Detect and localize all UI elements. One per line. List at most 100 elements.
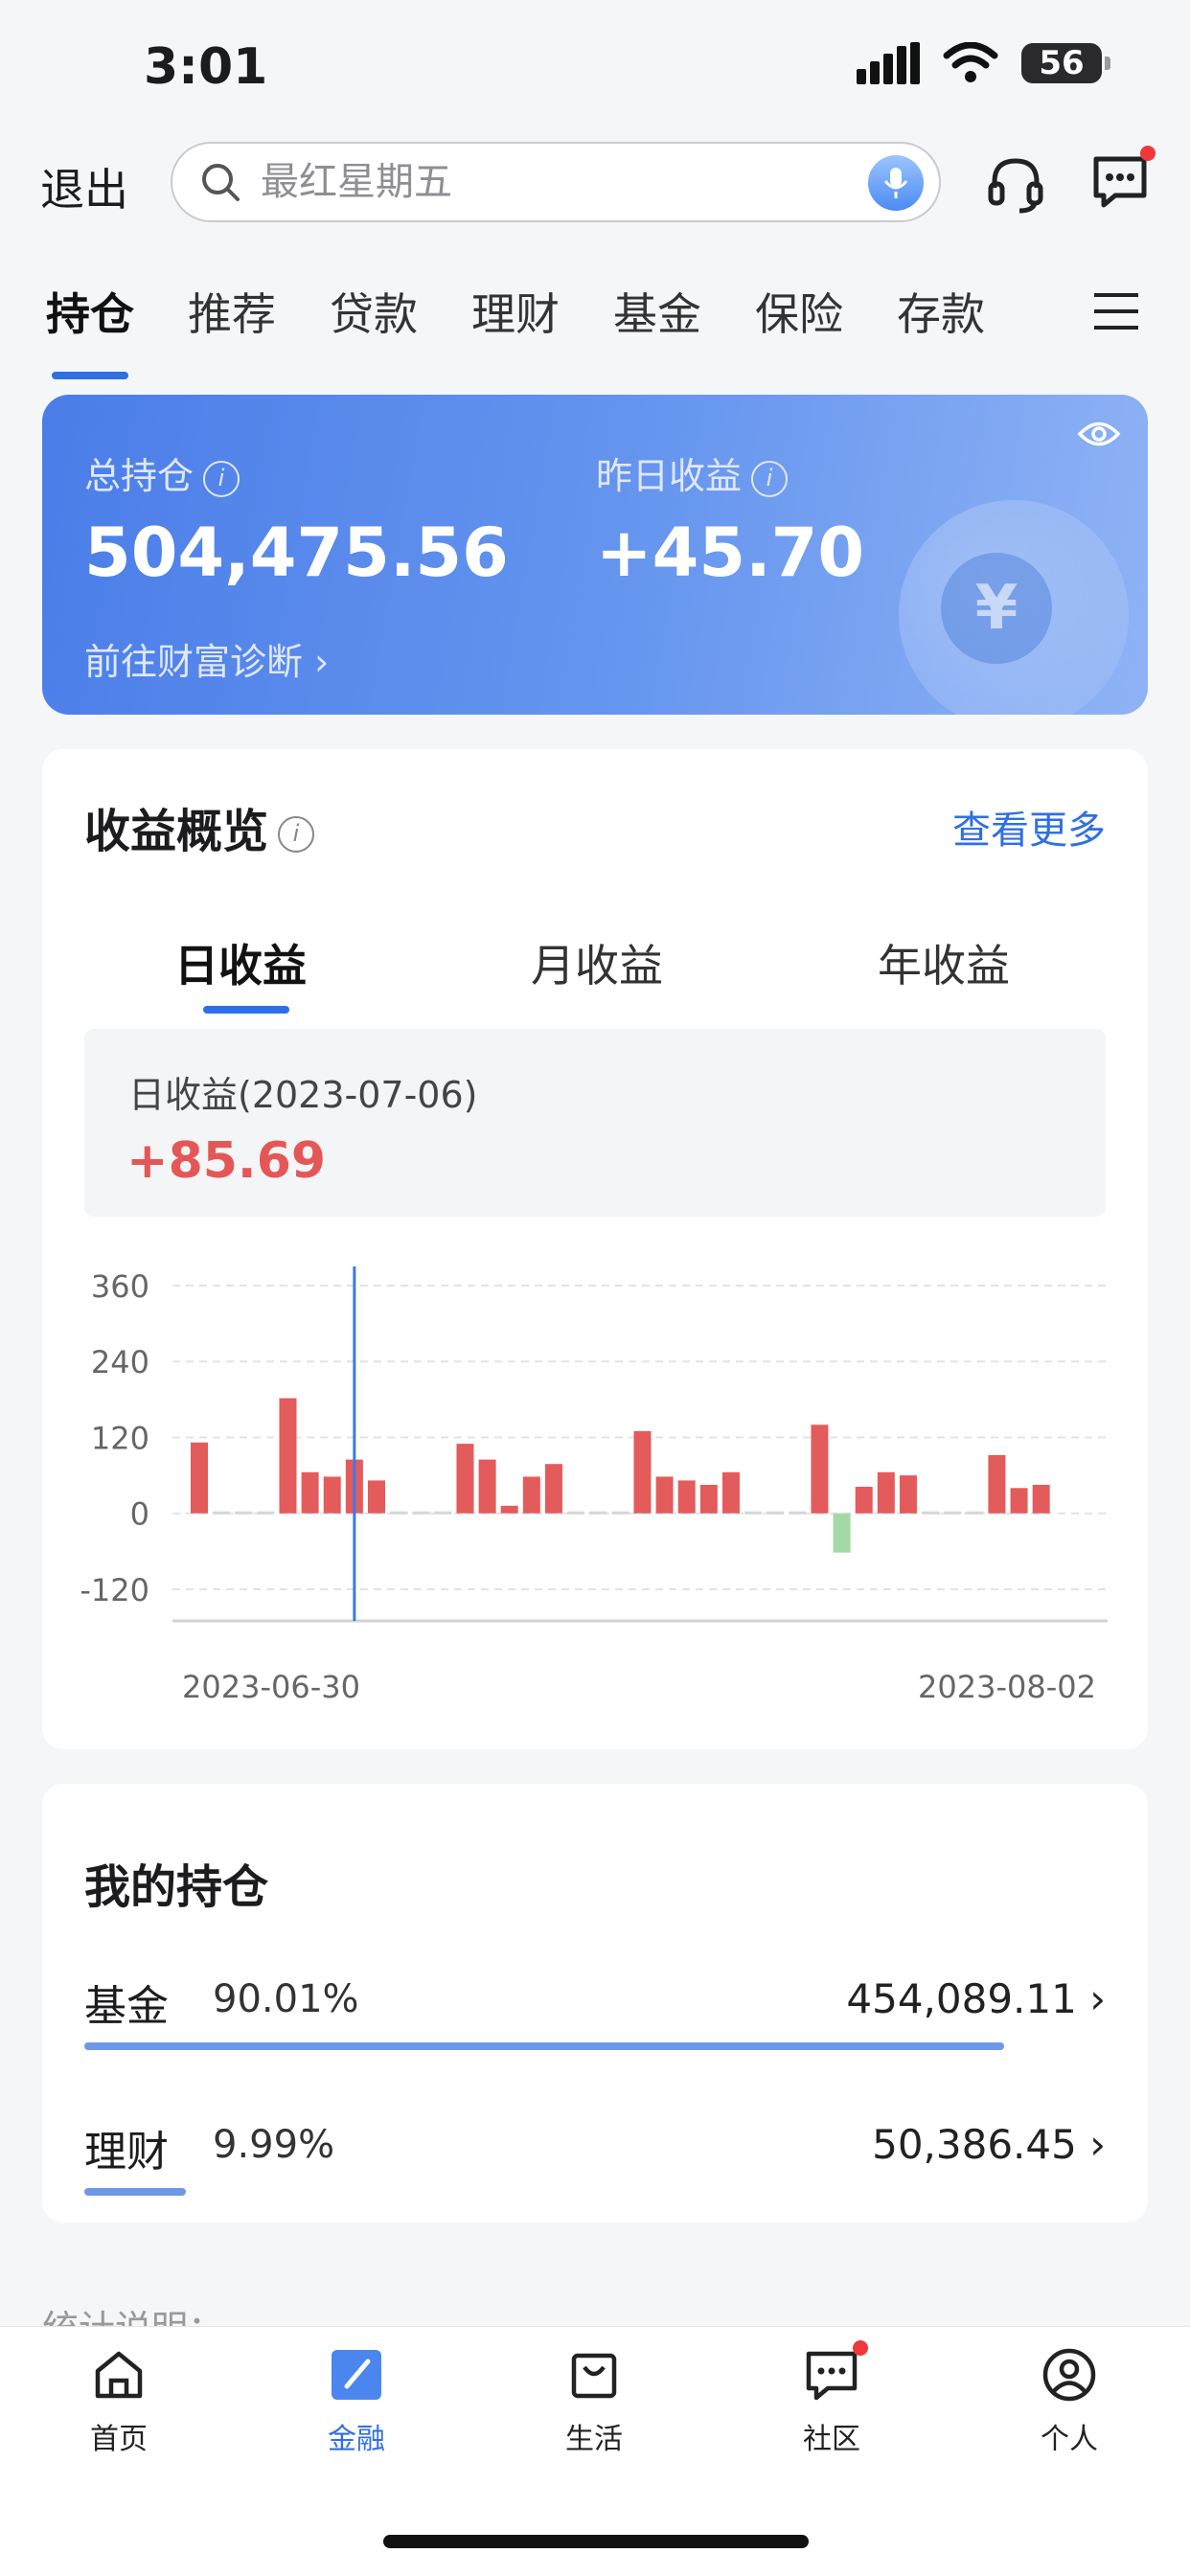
- income-bar[interactable]: [500, 1505, 518, 1514]
- holding-pct-wealth: 9.99%: [213, 2123, 335, 2167]
- customer-service-icon[interactable]: [985, 153, 1046, 215]
- wealth-diagnosis-link[interactable]: 前往财富诊断 ›: [84, 632, 329, 685]
- home-icon: [95, 2351, 143, 2399]
- message-center-button[interactable]: [1090, 146, 1156, 211]
- holding-ratio-bar-fund: [84, 2042, 1004, 2050]
- income-bar[interactable]: [544, 1464, 562, 1514]
- tab-recommend[interactable]: 推荐: [188, 280, 276, 343]
- income-bar[interactable]: [191, 1442, 208, 1514]
- nav-community[interactable]: 社区: [755, 2340, 908, 2457]
- income-bar[interactable]: [699, 1485, 718, 1514]
- income-bar[interactable]: [390, 1511, 408, 1515]
- income-bar[interactable]: [235, 1511, 253, 1515]
- active-period-indicator: [203, 1006, 289, 1014]
- tab-deposits[interactable]: 存款: [897, 280, 985, 343]
- search-input[interactable]: [259, 159, 837, 205]
- info-icon[interactable]: i: [751, 460, 789, 497]
- income-bar[interactable]: [257, 1511, 275, 1515]
- wifi-icon: [943, 42, 998, 82]
- chat-icon: [806, 2351, 858, 2401]
- income-bar[interactable]: [899, 1475, 917, 1514]
- tab-wealth[interactable]: 理财: [471, 280, 560, 343]
- income-bar[interactable]: [522, 1476, 540, 1514]
- income-bar[interactable]: [944, 1511, 962, 1515]
- info-icon[interactable]: i: [203, 460, 240, 497]
- y-tick-label: 0: [130, 1496, 149, 1533]
- income-bar[interactable]: [966, 1511, 984, 1515]
- income-bar[interactable]: [721, 1471, 740, 1514]
- search-bar[interactable]: [171, 142, 941, 222]
- nav-finance[interactable]: 金融: [280, 2346, 433, 2457]
- income-bar[interactable]: [655, 1476, 674, 1514]
- income-bar[interactable]: [434, 1511, 452, 1515]
- income-bar[interactable]: [677, 1480, 696, 1514]
- my-holdings-card: 我的持仓 基金 90.01% 454,089.11 › 理财 9.99% 50,…: [42, 1784, 1148, 2223]
- income-bar[interactable]: [633, 1430, 652, 1514]
- message-icon: [1093, 156, 1147, 208]
- home-indicator: [383, 2535, 809, 2548]
- eye-icon[interactable]: [1077, 418, 1121, 450]
- nav-profile[interactable]: 个人: [993, 2346, 1146, 2457]
- yesterday-income-label: 昨日收益 i: [596, 446, 789, 499]
- daily-income-chart[interactable]: 360 240 120 0 -120 2023-06-30 2023-08-02: [42, 1266, 1148, 1717]
- period-tab-monthly[interactable]: 月收益: [531, 931, 663, 994]
- shopping-bag-icon: [571, 2353, 617, 2399]
- y-tick-label: 360: [91, 1268, 149, 1305]
- selected-day-value: +85.69: [126, 1132, 327, 1190]
- income-bar[interactable]: [833, 1513, 851, 1553]
- income-bar[interactable]: [412, 1511, 430, 1515]
- exit-button[interactable]: 退出: [40, 155, 128, 218]
- holding-ratio-bar-wealth: [84, 2188, 186, 2196]
- selected-day-label: 日收益(2023-07-06): [128, 1074, 478, 1116]
- income-bar[interactable]: [744, 1511, 763, 1515]
- income-bar[interactable]: [213, 1511, 231, 1515]
- tab-loans[interactable]: 贷款: [330, 280, 418, 343]
- income-bar[interactable]: [922, 1511, 940, 1515]
- income-bar[interactable]: [1032, 1485, 1050, 1514]
- battery-indicator: 56: [1021, 43, 1110, 83]
- holding-value-wealth[interactable]: 50,386.45 ›: [872, 2121, 1106, 2168]
- income-bar[interactable]: [811, 1425, 829, 1514]
- nav-life[interactable]: 生活: [517, 2346, 671, 2457]
- income-bar[interactable]: [323, 1476, 341, 1514]
- x-start-label: 2023-06-30: [182, 1669, 360, 1705]
- status-time: 3:01: [144, 38, 268, 96]
- holding-name-wealth: 理财: [84, 2128, 169, 2177]
- menu-icon[interactable]: [1092, 287, 1140, 335]
- income-bar[interactable]: [877, 1471, 895, 1514]
- income-bar[interactable]: [1010, 1488, 1028, 1514]
- income-bar[interactable]: [478, 1459, 496, 1514]
- y-tick-label: -120: [80, 1572, 149, 1608]
- income-bar[interactable]: [279, 1398, 297, 1514]
- income-overview-card: 收益概览 i 查看更多 日收益 月收益 年收益 日收益(2023-07-06) +…: [42, 749, 1148, 1749]
- tab-holdings[interactable]: 持仓: [46, 280, 134, 379]
- tab-insurance[interactable]: 保险: [755, 280, 843, 343]
- income-bar[interactable]: [789, 1511, 807, 1515]
- signal-icon: [857, 42, 920, 84]
- holding-value-fund[interactable]: 454,089.11 ›: [846, 1975, 1106, 2022]
- holding-name-fund: 基金: [84, 1982, 169, 2031]
- view-more-link[interactable]: 查看更多: [952, 799, 1106, 855]
- income-bar[interactable]: [589, 1511, 607, 1515]
- income-overview-title: 收益概览 i: [84, 793, 315, 860]
- income-bar[interactable]: [367, 1480, 385, 1514]
- x-end-label: 2023-08-02: [918, 1669, 1096, 1705]
- tab-funds[interactable]: 基金: [613, 280, 701, 343]
- income-bar[interactable]: [611, 1511, 629, 1515]
- income-bar[interactable]: [988, 1454, 1006, 1514]
- nav-life-label: 生活: [565, 2423, 623, 2456]
- yuan-coin-icon: ¥: [941, 553, 1052, 664]
- income-bar[interactable]: [767, 1511, 785, 1515]
- nav-home[interactable]: 首页: [42, 2346, 195, 2457]
- income-bar[interactable]: [456, 1444, 474, 1514]
- voice-search-button[interactable]: [868, 155, 924, 211]
- income-bar[interactable]: [301, 1471, 319, 1514]
- income-bar[interactable]: [567, 1511, 585, 1515]
- nav-home-label: 首页: [90, 2423, 148, 2456]
- total-holdings-label: 总持仓 i: [84, 446, 240, 499]
- income-bar[interactable]: [855, 1487, 873, 1514]
- info-icon[interactable]: i: [278, 816, 315, 853]
- period-tab-daily[interactable]: 日收益: [174, 931, 307, 994]
- period-tab-yearly[interactable]: 年收益: [878, 931, 1010, 994]
- asset-summary-card: ¥ 总持仓 i 504,475.56 昨日收益 i +45.70 前往财富诊断 ›: [42, 395, 1148, 715]
